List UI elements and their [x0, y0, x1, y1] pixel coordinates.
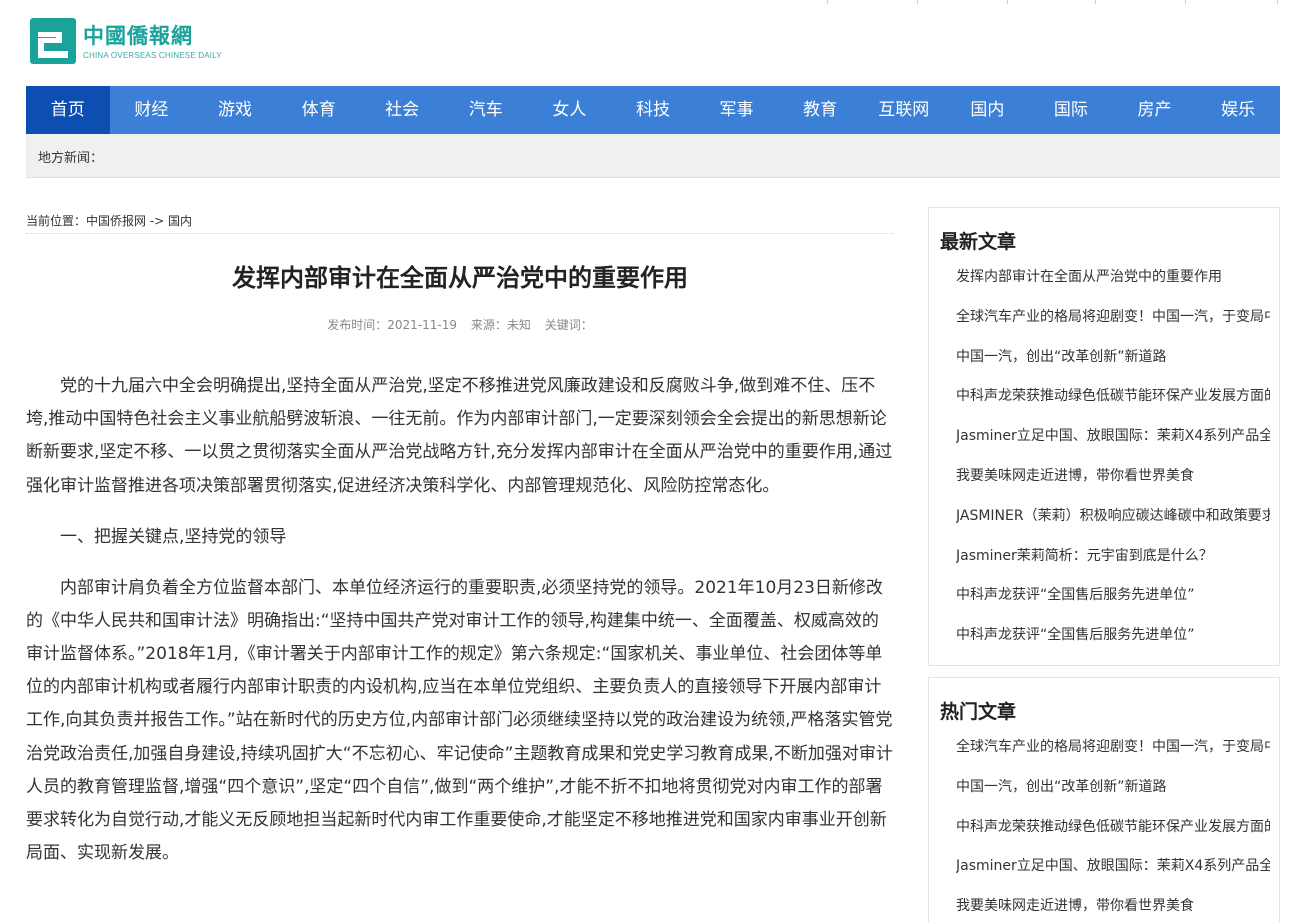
latest-article-link[interactable]: 发挥内部审计在全面从严治党中的重要作用 [956, 258, 1270, 298]
article-keywords: 关键词： [544, 318, 593, 332]
latest-article-link[interactable]: 中科声龙获评“全国售后服务先进单位” [956, 576, 1270, 616]
nav-tech[interactable]: 科技 [611, 86, 695, 134]
nav-home[interactable]: 首页 [26, 86, 110, 134]
article-paragraph: 党的十九届六中全会明确提出,坚持全面从严治党,坚定不移推进党风廉政建设和反腐败斗… [26, 376, 893, 496]
nav-international[interactable]: 国际 [1029, 86, 1113, 134]
nav-sports[interactable]: 体育 [277, 86, 361, 134]
article-source: 来源：未知 [470, 318, 531, 332]
nav-domestic[interactable]: 国内 [946, 86, 1030, 134]
site-header: 中國僑報網 CHINA OVERSEAS CHINESE DAILY [28, 14, 222, 68]
nav-finance[interactable]: 财经 [110, 86, 194, 134]
breadcrumb-site-link[interactable]: 中国侨报网 [86, 214, 146, 228]
top-bar-dividers [0, 0, 1297, 4]
breadcrumb-section-link[interactable]: 国内 [168, 214, 192, 228]
publish-date: 发布时间：2021-11-19 [327, 318, 458, 332]
hot-articles-list: 全球汽车产业的格局将迎剧变！中国一汽，于变局中开新局 中国一汽，创出“改革创新”… [956, 728, 1279, 922]
latest-article-link[interactable]: 中国一汽，创出“改革创新”新道路 [956, 338, 1270, 378]
logo-english-name: CHINA OVERSEAS CHINESE DAILY [83, 50, 222, 60]
latest-article-link[interactable]: Jasminer茉莉简析：元宇宙到底是什么？ [956, 537, 1270, 577]
nav-realestate[interactable]: 房产 [1113, 86, 1197, 134]
nav-games[interactable]: 游戏 [193, 86, 277, 134]
breadcrumb: 当前位置：中国侨报网 -> 国内 [26, 212, 894, 234]
breadcrumb-separator: -> [146, 214, 169, 228]
latest-article-link[interactable]: JASMINER（茉莉）积极响应碳达峰碳中和政策要求 [956, 497, 1270, 537]
article-paragraph: 内部审计肩负着全方位监督本部门、本单位经济运行的重要职责,必须坚持党的领导。20… [26, 577, 893, 864]
hot-article-link[interactable]: 我要美味网走近进博，带你看世界美食 [956, 887, 1270, 922]
latest-article-link[interactable]: 全球汽车产业的格局将迎剧变！中国一汽，于变局中开新局 [956, 298, 1270, 338]
hot-article-link[interactable]: Jasminer立足中国、放眼国际：茉莉X4系列产品全球发布 [956, 847, 1270, 887]
logo[interactable]: 中國僑報網 CHINA OVERSEAS CHINESE DAILY [83, 23, 222, 60]
local-news-bar: 地方新闻： [26, 134, 1280, 178]
nav-military[interactable]: 军事 [695, 86, 779, 134]
latest-article-link[interactable]: 中科声龙荣获推动绿色低碳节能环保产业发展方面的贡献 [956, 377, 1270, 417]
nav-internet[interactable]: 互联网 [862, 86, 946, 134]
nav-society[interactable]: 社会 [360, 86, 444, 134]
nav-education[interactable]: 教育 [778, 86, 862, 134]
latest-articles-panel: 最新文章 发挥内部审计在全面从严治党中的重要作用 全球汽车产业的格局将迎剧变！中… [928, 207, 1280, 666]
nav-auto[interactable]: 汽车 [444, 86, 528, 134]
hot-article-link[interactable]: 全球汽车产业的格局将迎剧变！中国一汽，于变局中开新局 [956, 728, 1270, 768]
local-news-label: 地方新闻： [38, 151, 104, 166]
article-body: 党的十九届六中全会明确提出,坚持全面从严治党,坚定不移推进党风廉政建设和反腐败斗… [26, 370, 894, 888]
hot-articles-panel: 热门文章 全球汽车产业的格局将迎剧变！中国一汽，于变局中开新局 中国一汽，创出“… [928, 677, 1280, 922]
article-subheading: 一、把握关键点,坚持党的领导 [60, 526, 287, 547]
logo-icon[interactable] [28, 16, 78, 66]
main-nav: 首页 财经 游戏 体育 社会 汽车 女人 科技 军事 教育 互联网 国内 国际 … [26, 86, 1280, 134]
article-meta: 发布时间：2021-11-19 来源：未知 关键词： [26, 316, 894, 333]
latest-articles-list: 发挥内部审计在全面从严治党中的重要作用 全球汽车产业的格局将迎剧变！中国一汽，于… [956, 258, 1279, 656]
nav-entertainment[interactable]: 娱乐 [1196, 86, 1280, 134]
hot-article-link[interactable]: 中科声龙荣获推动绿色低碳节能环保产业发展方面的贡献 [956, 808, 1270, 848]
latest-article-link[interactable]: 中科声龙获评“全国售后服务先进单位” [956, 616, 1270, 656]
latest-article-link[interactable]: Jasminer立足中国、放眼国际：茉莉X4系列产品全球发布 [956, 417, 1270, 457]
article-title: 发挥内部审计在全面从严治党中的重要作用 [232, 264, 688, 292]
hot-article-link[interactable]: 中国一汽，创出“改革创新”新道路 [956, 768, 1270, 808]
latest-articles-title: 最新文章 [940, 231, 1017, 253]
logo-chinese-name: 中國僑報網 [83, 22, 193, 48]
breadcrumb-prefix: 当前位置： [26, 214, 87, 228]
hot-articles-title: 热门文章 [940, 701, 1017, 723]
nav-women[interactable]: 女人 [528, 86, 612, 134]
latest-article-link[interactable]: 我要美味网走近进博，带你看世界美食 [956, 457, 1270, 497]
